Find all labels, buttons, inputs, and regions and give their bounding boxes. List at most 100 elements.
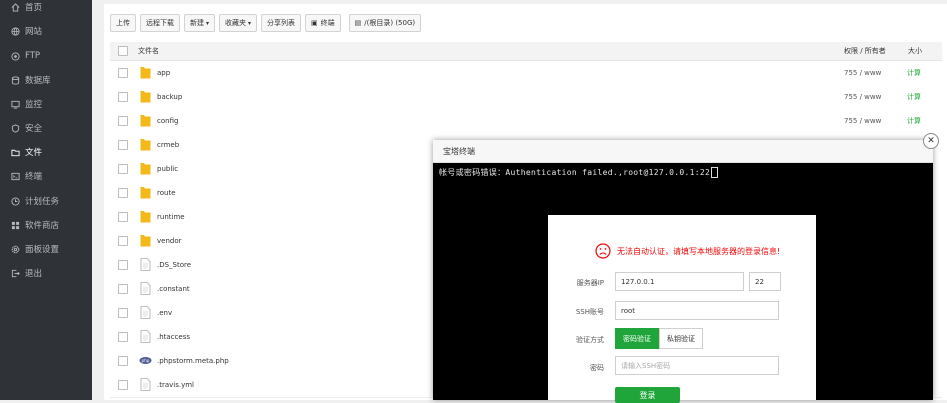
error-banner: 无法自动认证，请填写本地服务器的登录信息! xyxy=(595,243,780,259)
terminal-cursor xyxy=(711,167,719,178)
server-ip-label: 服务器IP xyxy=(576,279,604,287)
close-icon[interactable]: ✕ xyxy=(923,133,939,149)
file-name[interactable]: public xyxy=(157,165,178,173)
file-name[interactable]: .constant xyxy=(157,285,190,293)
sidebar: 首页 网站 FTP 数据库 监控 安全 文件 终端 计划任务 软件商店 面板设置 xyxy=(0,0,92,400)
row-checkbox[interactable] xyxy=(118,332,128,342)
column-header-name[interactable]: 文件名 xyxy=(138,46,159,56)
file-name[interactable]: .env xyxy=(157,309,172,317)
select-all-checkbox[interactable] xyxy=(118,46,128,56)
home-icon xyxy=(10,2,20,12)
file-name[interactable]: .htaccess xyxy=(157,333,190,341)
file-name[interactable]: vendor xyxy=(157,237,182,245)
terminal-icon: ▣ xyxy=(311,19,318,27)
sidebar-item-website[interactable]: 网站 xyxy=(0,21,92,41)
row-checkbox[interactable] xyxy=(118,284,128,294)
row-checkbox[interactable] xyxy=(118,188,128,198)
sidebar-item-files[interactable]: 文件 xyxy=(0,142,92,162)
ssh-account-input[interactable]: root xyxy=(615,301,779,320)
file-name[interactable]: route xyxy=(157,189,176,197)
password-input[interactable]: 请输入SSH密码 xyxy=(615,356,779,375)
new-dropdown[interactable]: 新建 ▾ xyxy=(184,14,216,32)
sidebar-item-label: 数据库 xyxy=(25,76,51,86)
file-icon xyxy=(140,306,151,319)
path-label: /(根目录) (50G) xyxy=(364,19,416,27)
password-auth-option[interactable]: 密码验证 xyxy=(615,328,659,349)
terminal-button[interactable]: ▣ 终端 xyxy=(305,14,341,32)
row-checkbox[interactable] xyxy=(118,164,128,174)
server-ip-input[interactable]: 127.0.0.1 xyxy=(615,272,744,291)
file-name[interactable]: runtime xyxy=(157,213,185,221)
folder-icon xyxy=(140,163,151,175)
folder-icon xyxy=(140,139,151,151)
terminal-output[interactable]: 帐号或密码错误：Authentication failed.,root@127.… xyxy=(439,167,719,178)
row-checkbox[interactable] xyxy=(118,260,128,270)
password-label: 密码 xyxy=(590,364,604,372)
row-checkbox[interactable] xyxy=(118,236,128,246)
sidebar-item-store[interactable]: 软件商店 xyxy=(0,215,92,235)
terminal-title[interactable]: 宝塔终端 xyxy=(433,140,933,163)
sidebar-item-security[interactable]: 安全 xyxy=(0,118,92,138)
size-calc-link[interactable]: 计算 xyxy=(907,68,921,78)
size-calc-link[interactable]: 计算 xyxy=(907,116,921,126)
file-perm[interactable]: 755 / www xyxy=(844,93,881,101)
login-button[interactable]: 登录 xyxy=(615,387,680,403)
file-perm[interactable]: 755 / www xyxy=(844,117,881,125)
sidebar-item-cron[interactable]: 计划任务 xyxy=(0,191,92,211)
sidebar-item-ftp[interactable]: FTP xyxy=(0,46,92,66)
svg-text:php: php xyxy=(142,358,150,363)
sidebar-item-home[interactable]: 首页 xyxy=(0,0,92,17)
file-name[interactable]: config xyxy=(157,117,178,125)
favorites-label: 收藏夹 xyxy=(225,19,247,27)
row-checkbox[interactable] xyxy=(118,308,128,318)
file-icon xyxy=(140,330,151,343)
share-list-button[interactable]: 分享列表 xyxy=(261,14,302,32)
row-checkbox[interactable] xyxy=(118,212,128,222)
file-name[interactable]: app xyxy=(157,69,170,77)
sidebar-item-terminal[interactable]: 终端 xyxy=(0,166,92,186)
chevron-down-icon: ▾ xyxy=(206,19,210,27)
sidebar-item-database[interactable]: 数据库 xyxy=(0,70,92,90)
sidebar-item-monitor[interactable]: 监控 xyxy=(0,94,92,114)
sidebar-item-label: 计划任务 xyxy=(25,197,60,207)
file-perm[interactable]: 755 / www xyxy=(844,69,881,77)
sidebar-item-label: 首页 xyxy=(25,3,43,13)
terminal-icon xyxy=(10,171,20,181)
column-header-perm[interactable]: 权限 / 所有者 xyxy=(844,46,886,56)
path-breadcrumb[interactable]: ▤/(根目录) (50G) xyxy=(348,14,422,32)
sidebar-item-logout[interactable]: 退出 xyxy=(0,263,92,283)
database-icon xyxy=(10,75,20,85)
row-checkbox[interactable] xyxy=(118,92,128,102)
file-name[interactable]: .DS_Store xyxy=(157,261,191,269)
ssh-account-label: SSH账号 xyxy=(575,308,604,316)
remote-download-button[interactable]: 远程下载 xyxy=(140,14,180,32)
sidebar-item-label: 面板设置 xyxy=(25,245,60,255)
table-row[interactable]: backup 755 / www 计算 xyxy=(110,85,942,110)
row-checkbox[interactable] xyxy=(118,68,128,78)
file-name[interactable]: backup xyxy=(157,93,182,101)
table-row[interactable]: config 755 / www 计算 xyxy=(110,109,942,134)
file-name[interactable]: .travis.yml xyxy=(157,381,194,389)
chevron-down-icon: ▾ xyxy=(248,19,252,27)
row-checkbox[interactable] xyxy=(118,380,128,390)
folder-icon xyxy=(140,235,151,247)
row-checkbox[interactable] xyxy=(118,140,128,150)
folder-icon xyxy=(140,211,151,223)
favorites-dropdown[interactable]: 收藏夹 ▾ xyxy=(219,14,258,32)
row-checkbox[interactable] xyxy=(118,116,128,126)
sidebar-item-label: FTP xyxy=(25,51,41,61)
column-header-size[interactable]: 大小 xyxy=(908,46,922,56)
terminal-output-text: 帐号或密码错误：Authentication failed.,root@127.… xyxy=(439,168,711,177)
table-row[interactable]: app 755 / www 计算 xyxy=(110,61,942,86)
sidebar-item-settings[interactable]: 面板设置 xyxy=(0,239,92,259)
row-checkbox[interactable] xyxy=(118,356,128,366)
key-auth-option[interactable]: 私钥验证 xyxy=(659,328,703,349)
upload-button[interactable]: 上传 xyxy=(110,14,136,32)
gear-icon xyxy=(10,244,20,254)
sidebar-item-label: 安全 xyxy=(25,124,43,134)
file-name[interactable]: crmeb xyxy=(157,141,179,149)
port-input[interactable]: 22 xyxy=(749,272,781,291)
file-name[interactable]: .phpstorm.meta.php xyxy=(157,357,229,365)
folder-icon xyxy=(140,187,151,199)
size-calc-link[interactable]: 计算 xyxy=(907,92,921,102)
